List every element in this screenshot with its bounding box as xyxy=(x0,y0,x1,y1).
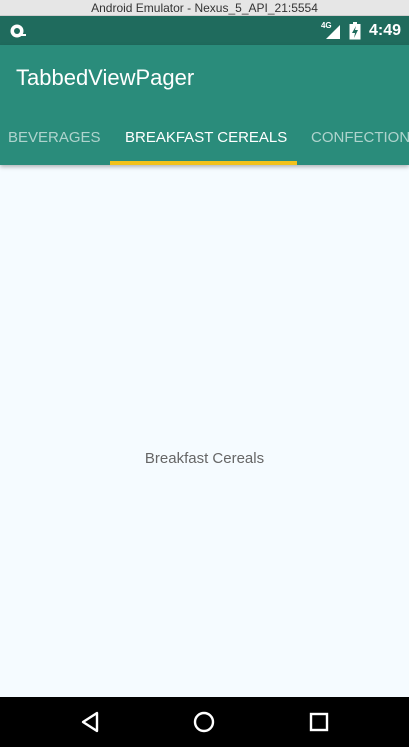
tab-strip[interactable]: BEVERAGES BREAKFAST CEREALS CONFECTIONS xyxy=(0,117,409,165)
emulator-window-title: Android Emulator - Nexus_5_API_21:5554 xyxy=(0,0,409,16)
home-icon[interactable] xyxy=(192,710,216,734)
tab-confections[interactable]: CONFECTIONS xyxy=(311,117,409,165)
network-type-label: 4G xyxy=(320,20,332,30)
view-pager-page[interactable]: Breakfast Cereals xyxy=(0,165,409,697)
back-icon[interactable] xyxy=(79,710,103,734)
status-bar: 4G 4:49 xyxy=(0,16,409,45)
tab-breakfast-cereals[interactable]: BREAKFAST CEREALS xyxy=(125,117,287,165)
app-bar: TabbedViewPager BEVERAGES BREAKFAST CERE… xyxy=(0,45,409,165)
tab-selected-indicator xyxy=(110,161,297,165)
tab-beverages[interactable]: BEVERAGES xyxy=(8,117,101,165)
status-clock: 4:49 xyxy=(368,21,401,39)
signal-indicator: 4G xyxy=(320,20,341,40)
battery-icon xyxy=(349,21,361,39)
notification-icon xyxy=(10,24,26,38)
navigation-bar xyxy=(0,697,409,747)
page-label: Breakfast Cereals xyxy=(144,450,265,467)
recents-icon[interactable] xyxy=(307,710,331,734)
app-title: TabbedViewPager xyxy=(16,65,195,90)
